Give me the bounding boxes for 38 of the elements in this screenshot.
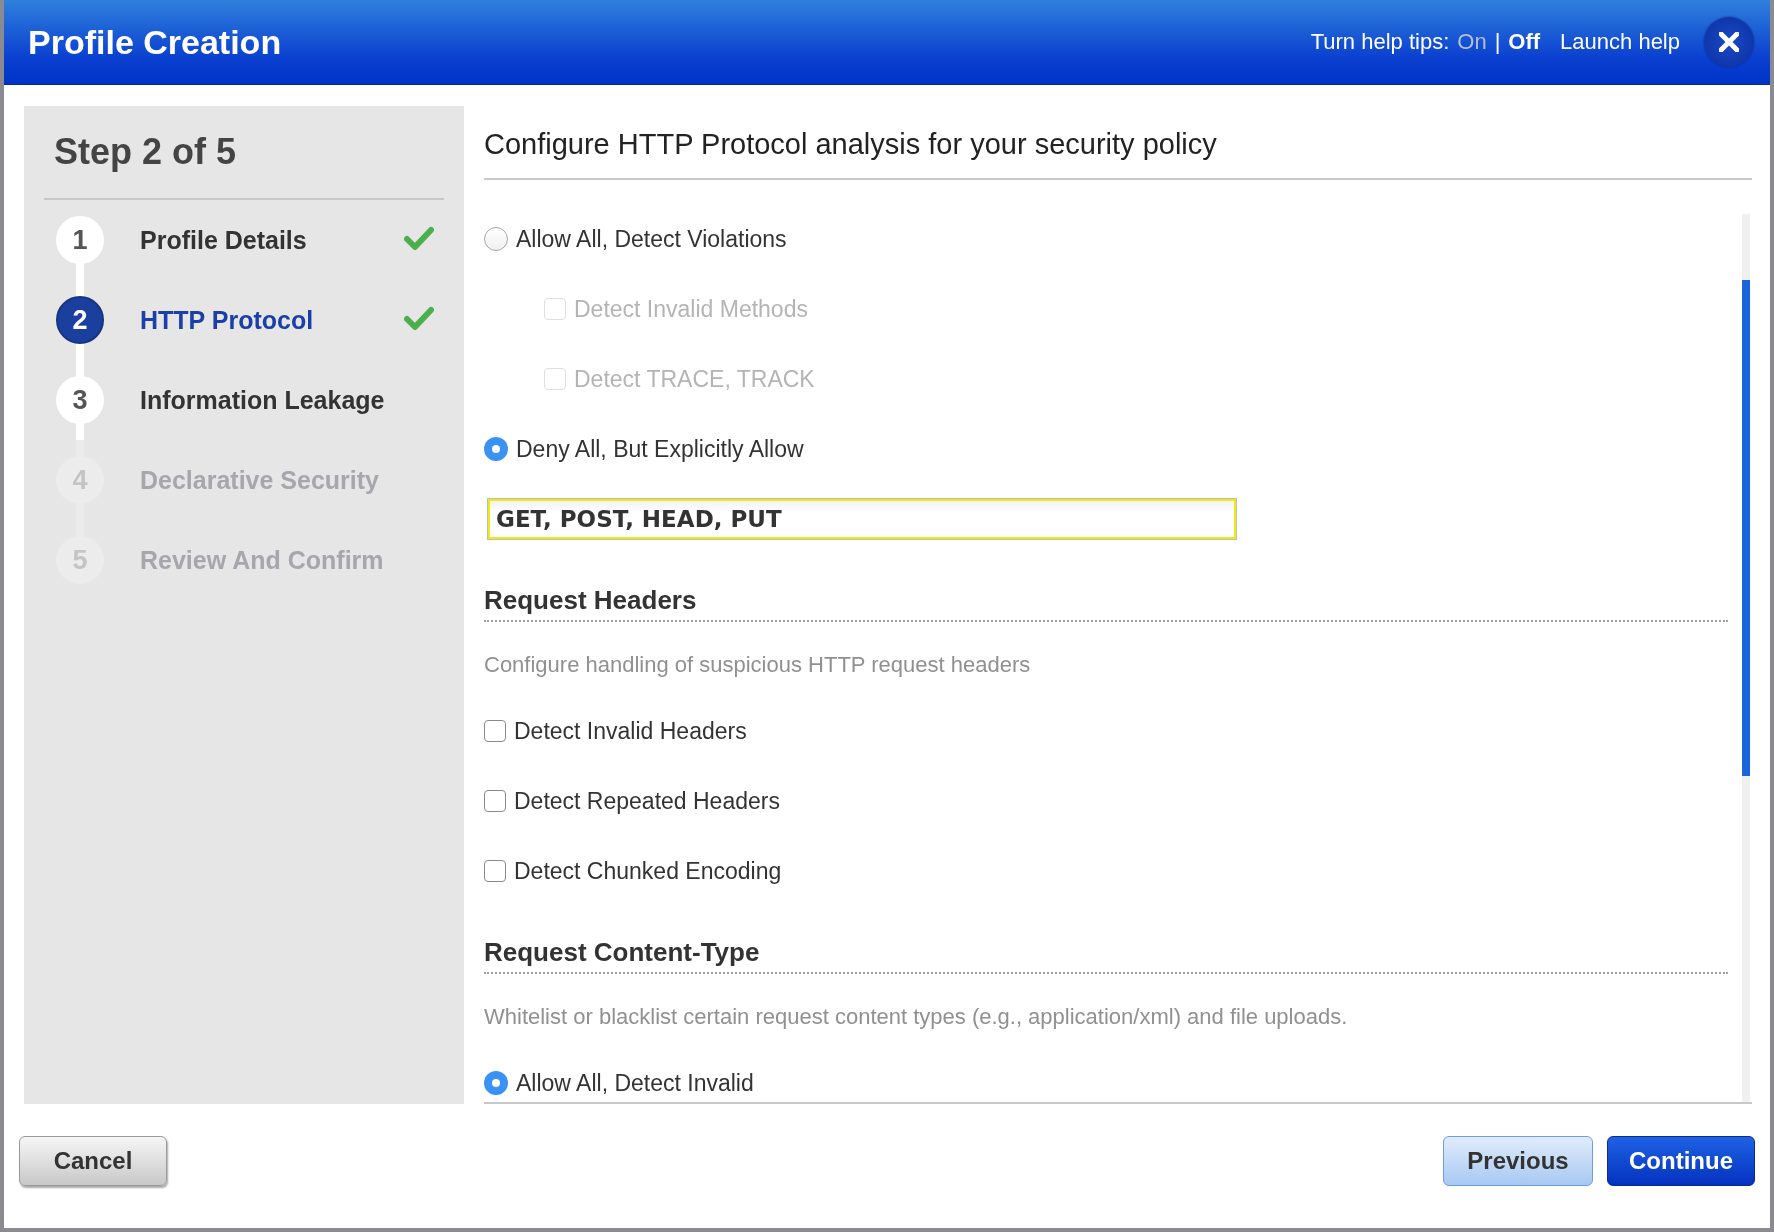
help-tips-toggle[interactable]: On — [1457, 29, 1487, 55]
checkbox[interactable] — [484, 790, 506, 812]
window-title: Profile Creation — [28, 22, 283, 62]
radio-button[interactable] — [484, 227, 508, 251]
step-label[interactable]: Information Leakage — [116, 385, 404, 415]
section-heading: Request Content-Type — [484, 926, 1728, 974]
launch-help-link[interactable]: Launch help — [1560, 29, 1680, 55]
radio-label[interactable]: Deny All, But Explicitly Allow — [516, 435, 804, 463]
separator: | — [1494, 29, 1501, 55]
radio-label[interactable]: Allow All, Detect Invalid — [516, 1069, 754, 1097]
checkbox-label[interactable]: Detect Repeated Headers — [514, 787, 780, 815]
step-label[interactable]: HTTP Protocol — [116, 305, 404, 335]
close-button[interactable] — [1704, 17, 1754, 67]
previous-button[interactable]: Previous — [1443, 1136, 1593, 1186]
section-description: Configure handling of suspicious HTTP request headers — [484, 651, 1032, 679]
checkbox[interactable] — [484, 860, 506, 882]
scrollbar-thumb[interactable] — [1742, 280, 1750, 776]
checkbox-label[interactable]: Detect Chunked Encoding — [514, 857, 782, 885]
section-heading: Request Headers — [484, 574, 1728, 622]
close-icon — [1719, 32, 1739, 52]
radio-label[interactable]: Allow All, Detect Violations — [516, 225, 787, 253]
step-label[interactable]: Profile Details — [116, 225, 404, 255]
radio-dot-icon — [492, 1079, 500, 1087]
checkbox[interactable] — [484, 720, 506, 742]
step-number: 2 — [56, 296, 104, 344]
help-tips-label: Turn help tips: — [1310, 29, 1450, 55]
step-number: 3 — [56, 376, 104, 424]
step-number: 1 — [56, 216, 104, 264]
radio-button[interactable] — [484, 437, 508, 461]
radio-button[interactable] — [484, 1071, 508, 1095]
section-description: Whitelist or blacklist certain request content types (e.g., application/xml) and file uploads. — [484, 1003, 1349, 1031]
continue-button[interactable]: Continue — [1607, 1136, 1755, 1186]
help-tips-toggle[interactable]: Off — [1508, 29, 1541, 55]
cancel-button[interactable]: Cancel — [19, 1136, 167, 1186]
radio-dot-icon — [492, 445, 500, 453]
page-heading: Configure HTTP Protocol analysis for your security policy — [484, 106, 1752, 180]
input-field[interactable]: GET, POST, HEAD, PUT — [488, 499, 1236, 539]
checkbox-label[interactable]: Detect Invalid Headers — [514, 717, 747, 745]
